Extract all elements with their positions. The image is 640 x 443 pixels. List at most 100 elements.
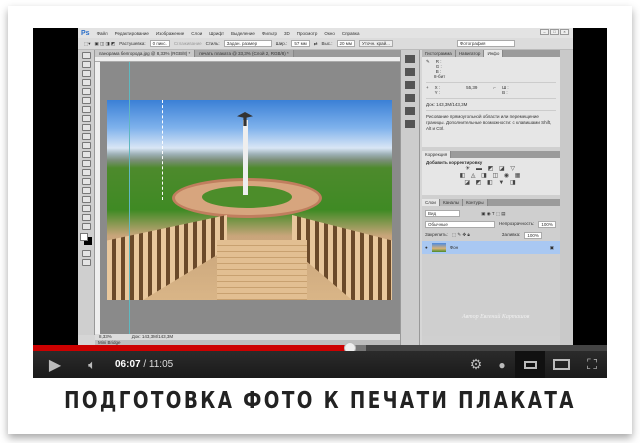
tab-navigator[interactable]: Навигатор [455,50,485,57]
balustrade-left [107,215,227,300]
actions-icon[interactable] [405,68,415,76]
layers-tabs: Слои Каналы Контуры [422,199,560,206]
panel-icon-column [400,50,420,345]
doc-tab-poster[interactable]: печать плаката @ 33,3% (Слой 2, RGB/8) * [195,50,294,57]
lock-icons[interactable]: ⬚ ✎ ✥ 🔒︎ [452,232,470,239]
eraser-tool-icon[interactable] [81,142,91,149]
time-separator: / [140,359,149,370]
watch-later-icon[interactable]: ● [489,351,515,378]
path-select-icon[interactable] [81,196,91,203]
menu-item[interactable]: 3D [284,31,290,36]
panel-scrollbar[interactable] [560,50,573,345]
workspace-select[interactable]: Фотография [456,40,515,47]
brush-presets-icon[interactable] [405,94,415,102]
tab-corrections[interactable]: Коррекция [422,151,452,158]
balustrade-right [292,215,392,300]
properties-icon[interactable] [405,107,415,115]
opacity-input[interactable]: 100% [538,221,556,228]
tab-channels[interactable]: Каналы [439,199,463,206]
video-player[interactable]: Ps Файл Редактирование Изображение Слои … [33,28,607,378]
tab-info[interactable]: Инфо [484,50,504,57]
maximize-icon[interactable]: □ [550,29,559,35]
zoom-tool-icon[interactable] [81,223,91,230]
menu-item[interactable]: Слои [191,31,202,36]
canvas-area[interactable] [100,62,400,334]
marquee-tool-icon[interactable] [81,61,91,68]
menu-item[interactable]: Окно [324,31,334,36]
opacity-label: Непрозрачность: [499,221,535,226]
menu-item[interactable]: Просмотр [297,31,318,36]
filter-icons[interactable]: ▣ ◉ T ⬚ ▤ [481,211,505,216]
refine-edge-button[interactable]: Уточн. край... [359,40,393,47]
screen-mode-icon[interactable] [81,259,91,266]
marquee-tool-icon[interactable]: ⬚▾ [84,41,91,47]
eye-icon[interactable]: ● [425,245,428,250]
type-tool-icon[interactable] [81,187,91,194]
feather-input[interactable]: 0 пикс. [149,40,170,47]
document-tabs: панорама белгорода.jpg @ 8,33% (RGB/8) *… [95,50,400,57]
brush-tool-icon[interactable] [81,115,91,122]
height-input[interactable]: 20 мм [336,40,355,47]
minimize-icon[interactable]: – [540,29,549,35]
menu-item[interactable]: Выделение [231,31,255,36]
menu-item[interactable]: Шрифт [209,31,224,36]
quick-select-tool-icon[interactable] [81,79,91,86]
color-swatches[interactable] [80,233,92,247]
small-player-icon[interactable] [515,351,545,378]
adjustment-icons[interactable]: ☀ ▬ ◩ ◪ ▽ ◧ ◬ ◨ ◫ ◉ ▦ ◪ ◩ ◧ ▼ ◨ [426,165,556,186]
swatches-icon[interactable] [405,81,415,89]
play-icon[interactable]: ▶ [33,351,77,378]
healing-tool-icon[interactable] [81,106,91,113]
layer-name: Фон [449,245,459,250]
menu-item[interactable]: Редактирование [115,31,149,36]
stamp-tool-icon[interactable] [81,124,91,131]
shape-tool-icon[interactable] [81,205,91,212]
layers-panel: Вид ▣ ◉ T ⬚ ▤ Обычные Непрозрачность: 100%… [422,206,560,336]
clone-source-icon[interactable] [405,120,415,128]
guide-line[interactable] [129,62,130,334]
gradient-tool-icon[interactable] [81,151,91,158]
info-hint: Рисование прямоугольной области или пере… [426,110,556,132]
photoshop-window: Ps Файл Редактирование Изображение Слои … [78,28,573,345]
fullscreen-icon[interactable]: ⛶ [577,351,607,378]
layer-row[interactable]: ● Фон ▣ [422,241,560,254]
close-icon[interactable]: × [560,29,569,35]
tab-histogram[interactable]: Гистограмма [422,50,456,57]
menu-item[interactable]: Фильтр [262,31,277,36]
menu-item[interactable]: Изображение [156,31,184,36]
menu-item[interactable]: Справка [342,31,360,36]
swap-icon[interactable]: ⇄ [314,41,318,47]
settings-gear-icon[interactable]: ⚙ [463,351,489,378]
history-brush-icon[interactable] [81,133,91,140]
menu-item[interactable]: Файл [97,31,108,36]
info-panel-tabs: Гистограмма Навигатор Инфо [422,50,560,57]
tab-layers[interactable]: Слои [422,199,440,206]
blend-mode-select[interactable]: Обычные [425,221,495,228]
width-input[interactable]: 57 мм [291,40,310,47]
fill-input[interactable]: 100% [524,232,542,239]
lasso-tool-icon[interactable] [81,70,91,77]
player-controls: ▶ 🔈︎ 06:07 / 11:05 ⚙ ● ⛶ [33,351,607,378]
style-select[interactable]: Задан. размер [223,40,272,47]
quick-mask-icon[interactable] [81,250,91,257]
doc-tab-panorama[interactable]: панорама белгорода.jpg @ 8,33% (RGB/8) * [95,50,196,57]
tab-paths[interactable]: Контуры [462,199,488,206]
eyedropper-tool-icon[interactable] [81,97,91,104]
blur-tool-icon[interactable] [81,160,91,167]
move-tool-icon[interactable] [81,52,91,59]
pen-tool-icon[interactable] [81,178,91,185]
dodge-tool-icon[interactable] [81,169,91,176]
info-doc-size: Док: 143,3M/143,3M [426,98,556,107]
selection-mode-icons[interactable]: ▣ ◫ ◨ ◩ [95,41,116,47]
layer-thumbnail [431,243,446,252]
hand-tool-icon[interactable] [81,214,91,221]
antialias-checkbox[interactable]: Сглаживание [174,41,202,46]
crop-tool-icon[interactable] [81,88,91,95]
layer-filter-select[interactable]: Вид [425,210,460,217]
history-icon[interactable] [405,55,415,63]
right-panels: Гистограмма Навигатор Инфо ✎ R : G : B :… [422,50,560,345]
size-icon: ⌐ [493,85,497,90]
large-player-icon[interactable] [545,351,577,378]
info-bits: 8-бит [434,74,446,79]
volume-icon[interactable]: 🔈︎ [77,351,107,378]
